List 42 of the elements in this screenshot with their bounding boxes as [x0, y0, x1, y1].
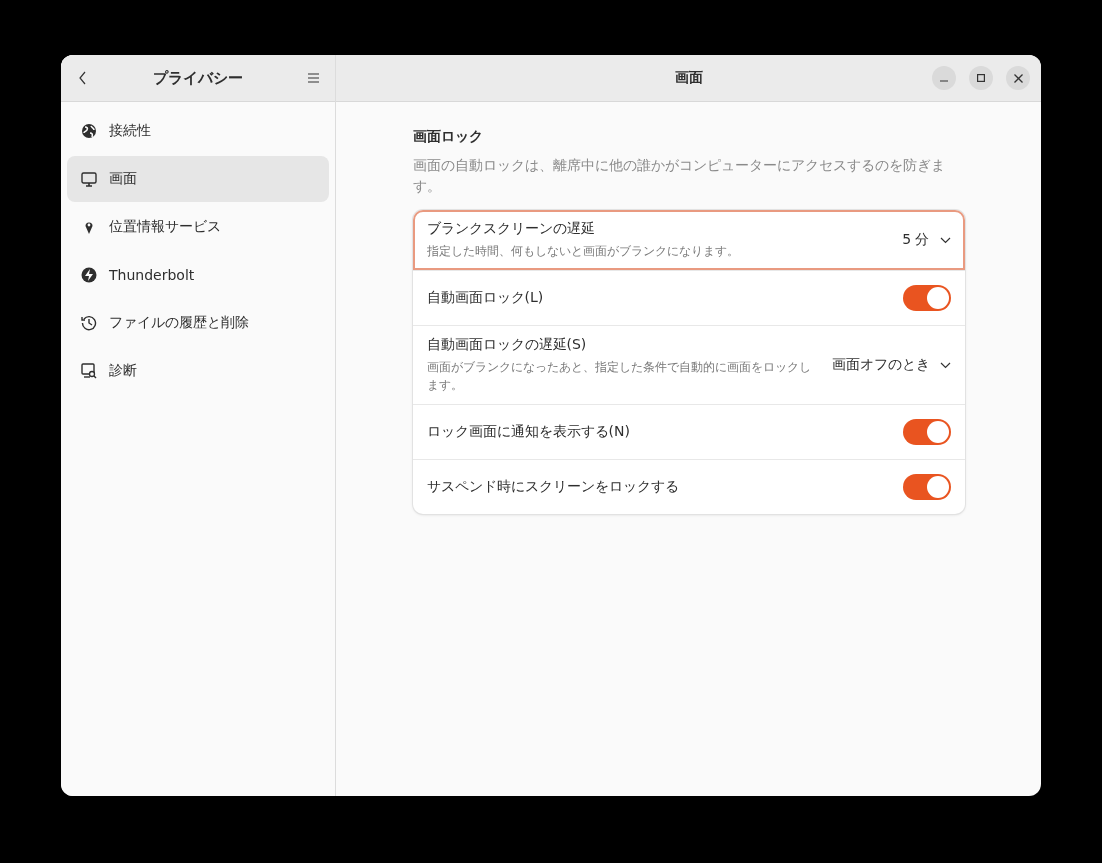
switch-row[interactable]: ロック画面に通知を表示する(N): [412, 404, 965, 459]
section-title: 画面ロック: [412, 128, 484, 146]
lightning-icon: [81, 267, 97, 283]
close-button[interactable]: [1006, 66, 1030, 90]
row-label: ロック画面に通知を表示する(N): [426, 423, 631, 441]
row-label: ブランクスクリーンの遅延: [426, 220, 596, 238]
row-subtitle: 指定した時間、何もしないと画面がブランクになります。: [426, 243, 740, 260]
globe-icon: [81, 123, 97, 139]
row-label: サスペンド時にスクリーンをロックする: [426, 478, 680, 496]
dropdown-value: 画面オフのとき: [831, 356, 930, 374]
dropdown-row[interactable]: 自動画面ロックの遅延(S) 画面がブランクになったあと、指定した条件で自動的に画面をロックします。 画面オフのとき: [412, 325, 965, 404]
sidebar-item[interactable]: ファイルの履歴と削除: [67, 300, 329, 346]
close-icon: [1013, 73, 1023, 83]
toggle-switch[interactable]: [902, 474, 951, 500]
row-label: 自動画面ロック(L): [426, 289, 545, 307]
minimize-button[interactable]: [932, 66, 956, 90]
sidebar-item[interactable]: 診断: [67, 348, 329, 394]
switch-row[interactable]: サスペンド時にスクリーンをロックする: [412, 459, 965, 514]
toggle-switch[interactable]: [902, 285, 951, 311]
back-icon: [79, 71, 87, 85]
switch-row[interactable]: 自動画面ロック(L): [412, 270, 965, 325]
monitor-icon: [81, 171, 97, 187]
toggle-switch[interactable]: [902, 419, 951, 445]
minimize-icon: [940, 80, 948, 82]
sidebar-item[interactable]: 位置情報サービス: [67, 204, 329, 250]
maximize-button[interactable]: [969, 66, 993, 90]
sidebar-item[interactable]: 画面: [67, 156, 329, 202]
diagnostics-icon: [81, 363, 97, 379]
chevron-down-icon: [939, 361, 951, 369]
sidebar-item[interactable]: Thunderbolt: [67, 252, 329, 298]
chevron-down-icon: [939, 236, 951, 244]
menu-icon: [308, 73, 319, 83]
row-subtitle: 画面がブランクになったあと、指定した条件で自動的に画面をロックします。: [426, 359, 812, 394]
dropdown-value: 5 分: [902, 231, 930, 249]
dropdown-row[interactable]: ブランクスクリーンの遅延 指定した時間、何もしないと画面がブランクになります。 5 分: [412, 210, 965, 270]
section-description: 画面の自動ロックは、離席中に他の誰かがコンピューターにアクセスするのを防ぎます。: [412, 156, 946, 196]
sidebar-title: プライバシー: [152, 68, 243, 88]
window-title: 画面: [674, 69, 703, 87]
sidebar-item[interactable]: 接続性: [67, 108, 329, 154]
history-icon: [81, 315, 97, 331]
row-label: 自動画面ロックの遅延(S): [426, 336, 588, 354]
maximize-icon: [977, 74, 985, 82]
